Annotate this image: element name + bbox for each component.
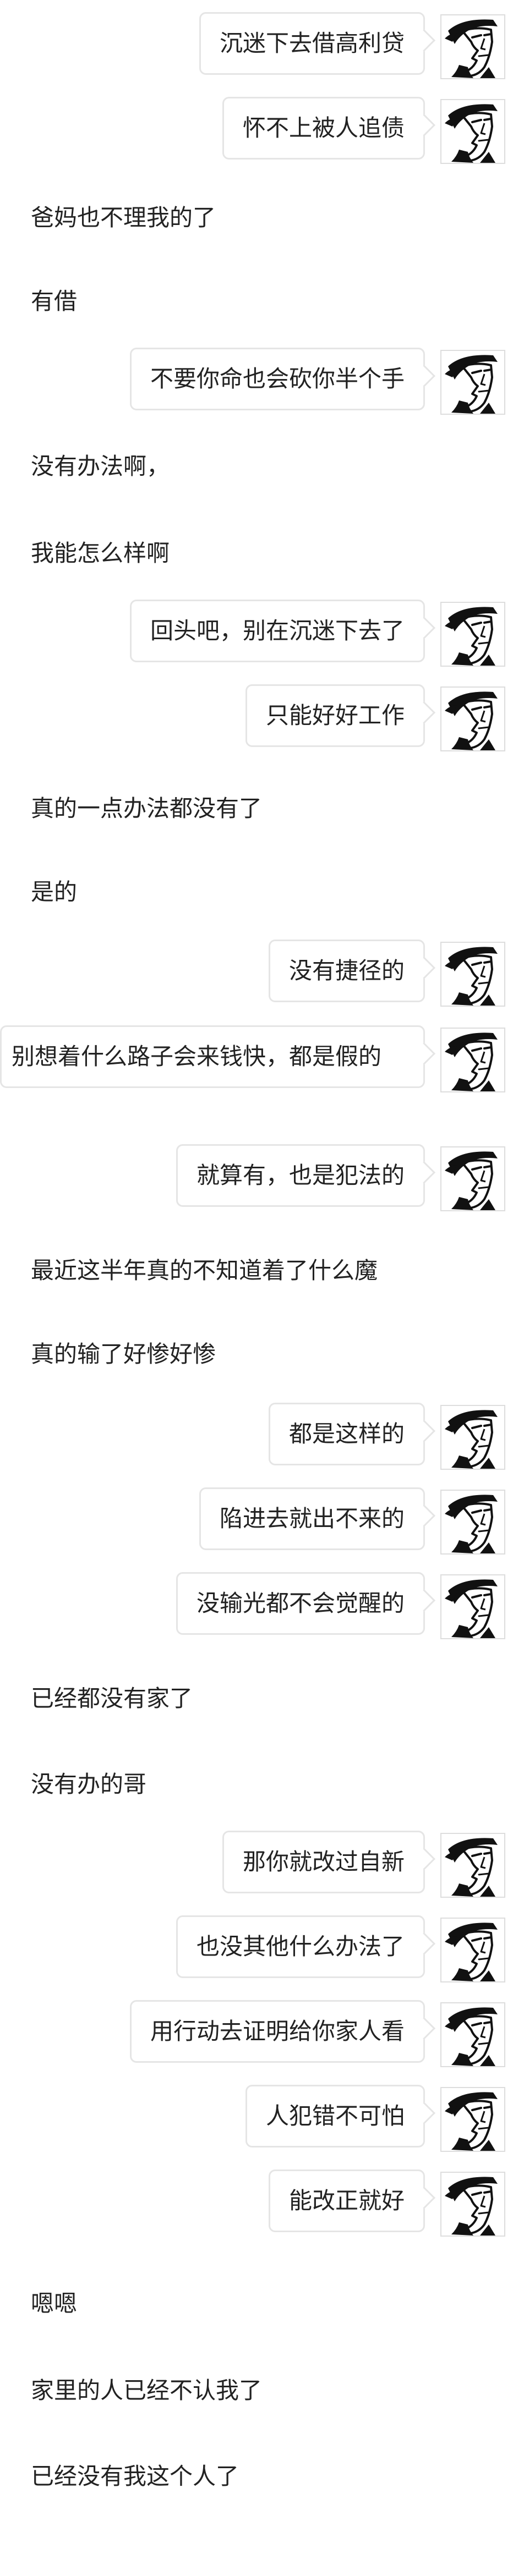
sketch-face-avatar-icon[interactable] xyxy=(440,1918,505,1982)
message-text: 没输光都不会觉醒的 xyxy=(196,1590,405,1617)
message-text: 沉迷下去借高利贷 xyxy=(219,30,405,57)
message-bubble[interactable]: 怀不上被人追债 xyxy=(222,97,425,160)
sketch-face-avatar-icon[interactable] xyxy=(440,99,505,164)
sketch-face-avatar-icon[interactable] xyxy=(440,1146,505,1211)
sketch-face-avatar-icon[interactable] xyxy=(440,602,505,667)
message-text[interactable]: 没有办的哥 xyxy=(31,1769,146,1800)
message-text[interactable]: 真的输了好惨好惨 xyxy=(31,1339,216,1370)
message-row-outgoing: 那你就改过自新 xyxy=(0,1826,513,1903)
sketch-face-avatar-icon[interactable] xyxy=(440,1490,505,1555)
message-row-outgoing: 回头吧，别在沉迷下去了 xyxy=(0,595,513,672)
message-bubble[interactable]: 也没其他什么办法了 xyxy=(176,1915,425,1978)
message-row-outgoing: 别想着什么路子会来钱快，都是假的 xyxy=(0,1021,513,1131)
message-bubble[interactable]: 用行动去证明给你家人看 xyxy=(129,2000,425,2063)
message-text: 那你就改过自新 xyxy=(242,1848,405,1875)
message-row-incoming: 最近这半年真的不知道着了什么魔 xyxy=(0,1244,513,1299)
message-text: 也没其他什么办法了 xyxy=(196,1933,405,1960)
message-bubble[interactable]: 人犯错不可怕 xyxy=(245,2085,425,2147)
sketch-face-avatar-icon[interactable] xyxy=(440,686,505,751)
chat-view: 沉迷下去借高利贷 怀不上被人追债 爸妈也不理我的了 有借 不要你命也会砍你半个手… xyxy=(0,0,513,2576)
message-text[interactable]: 家里的人已经不认我了 xyxy=(31,2375,262,2406)
message-text[interactable]: 已经没有我这个人了 xyxy=(31,2461,239,2492)
sketch-face-avatar-icon[interactable] xyxy=(440,350,505,415)
message-row-incoming: 我能怎么样啊 xyxy=(0,527,513,582)
sketch-face-avatar-icon[interactable] xyxy=(440,2172,505,2237)
message-row-outgoing: 不要你命也会砍你半个手 xyxy=(0,343,513,420)
message-bubble[interactable]: 沉迷下去借高利贷 xyxy=(199,12,425,75)
message-row-incoming: 嗯嗯 xyxy=(0,2277,513,2332)
message-bubble[interactable]: 只能好好工作 xyxy=(245,684,425,747)
message-text: 没有捷径的 xyxy=(288,957,405,984)
sketch-face-avatar-icon[interactable] xyxy=(440,1833,505,1898)
message-row-incoming: 是的 xyxy=(0,866,513,921)
message-bubble[interactable]: 就算有，也是犯法的 xyxy=(176,1144,425,1207)
message-text: 不要你命也会砍你半个手 xyxy=(150,365,405,392)
message-text: 别想着什么路子会来钱快，都是假的 xyxy=(12,1043,382,1070)
sketch-face-avatar-icon[interactable] xyxy=(440,14,505,79)
message-text: 就算有，也是犯法的 xyxy=(196,1162,405,1189)
message-row-incoming: 已经没有我这个人了 xyxy=(0,2450,513,2505)
sketch-face-avatar-icon[interactable] xyxy=(440,2002,505,2067)
message-bubble[interactable]: 都是这样的 xyxy=(268,1403,425,1465)
message-row-outgoing: 也没其他什么办法了 xyxy=(0,1911,513,1988)
message-text: 都是这样的 xyxy=(288,1420,405,1447)
message-row-outgoing: 就算有，也是犯法的 xyxy=(0,1140,513,1217)
message-row-outgoing: 只能好好工作 xyxy=(0,680,513,757)
message-row-incoming: 已经都没有家了 xyxy=(0,1672,513,1727)
sketch-face-avatar-icon[interactable] xyxy=(440,2087,505,2152)
message-row-incoming: 真的输了好惨好惨 xyxy=(0,1328,513,1383)
message-row-incoming: 没有办的哥 xyxy=(0,1758,513,1813)
message-bubble[interactable]: 别想着什么路子会来钱快，都是假的 xyxy=(0,1025,425,1088)
message-text: 陷进去就出不来的 xyxy=(219,1505,405,1532)
message-row-outgoing: 没有捷径的 xyxy=(0,935,513,1012)
sketch-face-avatar-icon[interactable] xyxy=(440,942,505,1007)
message-row-outgoing: 人犯错不可怕 xyxy=(0,2080,513,2157)
message-text: 回头吧，别在沉迷下去了 xyxy=(150,617,405,644)
message-text[interactable]: 没有办法啊， xyxy=(31,451,170,482)
message-row-incoming: 真的一点办法都没有了 xyxy=(0,782,513,837)
message-text[interactable]: 是的 xyxy=(31,877,77,908)
message-row-outgoing: 没输光都不会觉醒的 xyxy=(0,1568,513,1645)
message-text[interactable]: 嗯嗯 xyxy=(31,2288,77,2319)
message-row-outgoing: 用行动去证明给你家人看 xyxy=(0,1996,513,2073)
message-bubble[interactable]: 回头吧，别在沉迷下去了 xyxy=(129,600,425,662)
message-bubble[interactable]: 那你就改过自新 xyxy=(222,1831,425,1893)
sketch-face-avatar-icon[interactable] xyxy=(440,1028,505,1092)
message-bubble[interactable]: 陷进去就出不来的 xyxy=(199,1487,425,1550)
message-text[interactable]: 最近这半年真的不知道着了什么魔 xyxy=(31,1255,378,1286)
message-row-outgoing: 都是这样的 xyxy=(0,1398,513,1475)
message-text: 用行动去证明给你家人看 xyxy=(150,2018,405,2045)
message-bubble[interactable]: 能改正就好 xyxy=(268,2169,425,2232)
message-bubble[interactable]: 没输光都不会觉醒的 xyxy=(176,1572,425,1635)
message-row-outgoing: 怀不上被人追债 xyxy=(0,92,513,169)
message-text: 人犯错不可怕 xyxy=(265,2102,405,2129)
message-row-incoming: 有借 xyxy=(0,275,513,330)
sketch-face-avatar-icon[interactable] xyxy=(440,1574,505,1639)
message-row-incoming: 家里的人已经不认我了 xyxy=(0,2364,513,2419)
message-text: 只能好好工作 xyxy=(265,702,405,729)
message-row-outgoing: 陷进去就出不来的 xyxy=(0,1483,513,1560)
message-row-outgoing: 能改正就好 xyxy=(0,2165,513,2242)
message-text: 怀不上被人追债 xyxy=(242,114,405,141)
message-text[interactable]: 已经都没有家了 xyxy=(31,1683,193,1714)
message-bubble[interactable]: 没有捷径的 xyxy=(268,940,425,1002)
message-text[interactable]: 我能怎么样啊 xyxy=(31,538,170,569)
message-text[interactable]: 真的一点办法都没有了 xyxy=(31,793,262,824)
message-row-incoming: 爸妈也不理我的了 xyxy=(0,191,513,246)
sketch-face-avatar-icon[interactable] xyxy=(440,1405,505,1470)
message-text[interactable]: 爸妈也不理我的了 xyxy=(31,202,216,233)
message-row-outgoing: 沉迷下去借高利贷 xyxy=(0,8,513,85)
message-text[interactable]: 有借 xyxy=(31,286,77,317)
message-text: 能改正就好 xyxy=(288,2187,405,2214)
message-bubble[interactable]: 不要你命也会砍你半个手 xyxy=(129,348,425,410)
message-row-incoming: 没有办法啊， xyxy=(0,440,513,495)
